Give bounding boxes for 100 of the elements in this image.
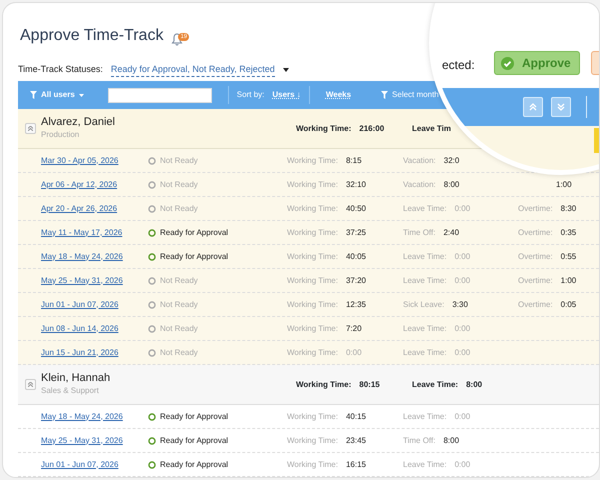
field-label: Leave Time: [403, 458, 447, 470]
field-value: 0:00 [346, 346, 362, 358]
status-text: Ready for Approval [160, 410, 228, 422]
status-text: Ready for Approval [160, 458, 228, 470]
field-label: Overtime: [518, 274, 553, 286]
field-label: Leave Time: [403, 322, 447, 334]
field-label: Time Off: [403, 226, 436, 238]
status-text: Ready for Approval [160, 434, 228, 446]
total-value: 80:15 [359, 378, 380, 390]
scroll-up-button[interactable] [523, 97, 543, 117]
field-value: 2:40 [443, 226, 460, 238]
period-link[interactable]: May 11 - May 17, 2026 [41, 228, 122, 236]
status-text: Not Ready [160, 322, 198, 334]
field-value: 0:00 [454, 322, 470, 334]
total-label: Leave Time: [412, 378, 458, 390]
field-label: Working Time: [287, 298, 338, 310]
field-value: 7:20 [346, 322, 362, 334]
period-link[interactable]: May 18 - May 24, 2026 [41, 412, 123, 420]
double-chevron-up-icon [529, 103, 537, 111]
field-label: Working Time: [287, 458, 338, 470]
field-value: 8:00 [443, 434, 460, 446]
field-value: 0:55 [560, 250, 576, 262]
field-label: Leave Time: [403, 410, 447, 422]
field-value: 8:30 [560, 202, 576, 214]
period-link[interactable]: Jun 01 - Jun 07, 2026 [41, 300, 118, 308]
field-value: 0:35 [560, 226, 576, 238]
field-value: 0:05 [560, 298, 576, 310]
field-label: Working Time: [287, 178, 338, 190]
collapse-icon[interactable] [25, 379, 36, 390]
field-value: 0:00 [454, 346, 470, 358]
collapse-icon[interactable] [25, 123, 36, 134]
field-value: 40:15 [346, 410, 366, 422]
field-value: 8:00 [444, 178, 460, 190]
page-title: Approve Time-Track [20, 26, 164, 46]
field-label: Working Time: [287, 346, 338, 358]
status-text: Ready for Approval [160, 250, 228, 262]
field-value: 32:0 [444, 154, 460, 166]
field-label: Vacation: [403, 154, 436, 166]
field-label: Leave Time: [403, 202, 447, 214]
status-text: Not Ready [160, 202, 198, 214]
field-label: Overtime: [518, 298, 553, 310]
search-field[interactable] [108, 88, 212, 102]
filter-icon [30, 91, 37, 99]
field-value: 3:30 [452, 298, 468, 310]
status-text: Ready for Approval [160, 226, 228, 238]
statuses-filter[interactable]: Ready for Approval, Not Ready, Rejected [110, 62, 275, 78]
period-link[interactable]: May 25 - May 31, 2026 [41, 276, 123, 284]
total-value: 8:00 [466, 378, 482, 390]
field-label: Overtime: [518, 250, 553, 262]
field-value: 37:25 [346, 226, 366, 238]
caret-icon[interactable] [282, 68, 289, 72]
field-label: Working Time: [287, 202, 338, 214]
department-name: Production [41, 128, 80, 141]
field-label: Time Off: [403, 434, 436, 446]
field-value: 0:00 [454, 250, 470, 262]
period-link[interactable]: Apr 20 - Apr 26, 2026 [41, 204, 118, 212]
field-label: Sick Leave: [403, 298, 444, 310]
employee-name[interactable]: Alvarez, Daniel [41, 116, 271, 129]
field-value: 23:45 [346, 434, 366, 446]
field-value: 37:20 [346, 274, 366, 286]
field-label: Leave Time: [403, 274, 447, 286]
department-name: Sales & Support [41, 384, 100, 397]
period-link[interactable]: Mar 30 - Apr 05, 2026 [41, 156, 118, 164]
field-label: Working Time: [287, 226, 338, 238]
field-label: Working Time: [287, 322, 338, 334]
scroll-down-button[interactable] [551, 97, 571, 117]
field-label: Overtime: [518, 226, 553, 238]
field-value: 12:35 [346, 298, 366, 310]
statuses-label: Time-Track Statuses: [18, 63, 103, 76]
field-value: 16:15 [346, 458, 366, 470]
status-text: Not Ready [160, 154, 198, 166]
status-text: Not Ready [160, 346, 198, 358]
employee-name[interactable]: Klein, Hannah [41, 372, 271, 385]
status-text: Not Ready [160, 274, 198, 286]
field-value: 0:00 [454, 410, 470, 422]
field-label: Working Time: [287, 274, 338, 286]
period-link[interactable]: Jun 08 - Jun 14, 2026 [41, 324, 118, 332]
field-label: Overtime: [518, 202, 553, 214]
check-icon [501, 56, 514, 70]
field-value: 32:10 [346, 178, 366, 190]
total-label: Working Time: [296, 122, 352, 134]
field-label: Working Time: [287, 434, 338, 446]
status-text: Not Ready [160, 298, 198, 310]
field-value: 0:00 [454, 458, 470, 470]
period-link[interactable]: Jun 01 - Jun 07, 2026 [41, 460, 118, 468]
status-text: Not Ready [160, 178, 198, 190]
field-value: 8:15 [346, 154, 362, 166]
filter-icon [381, 91, 388, 99]
period-link[interactable]: Jun 15 - Jun 21, 2026 [41, 348, 118, 356]
period-link[interactable]: May 25 - May 31, 2026 [41, 436, 123, 444]
field-label: Working Time: [287, 250, 338, 262]
field-value: 1:00 [556, 178, 572, 190]
field-label: Vacation: [403, 178, 436, 190]
selected-label: ected: [442, 57, 475, 74]
period-link[interactable]: Apr 06 - Apr 12, 2026 [41, 180, 118, 188]
total-label: Leave Tim [412, 122, 451, 134]
field-label: Leave Time: [403, 346, 447, 358]
double-chevron-down-icon [557, 103, 565, 111]
period-link[interactable]: May 18 - May 24, 2026 [41, 252, 123, 260]
sort-label: Sort by: [236, 89, 264, 101]
